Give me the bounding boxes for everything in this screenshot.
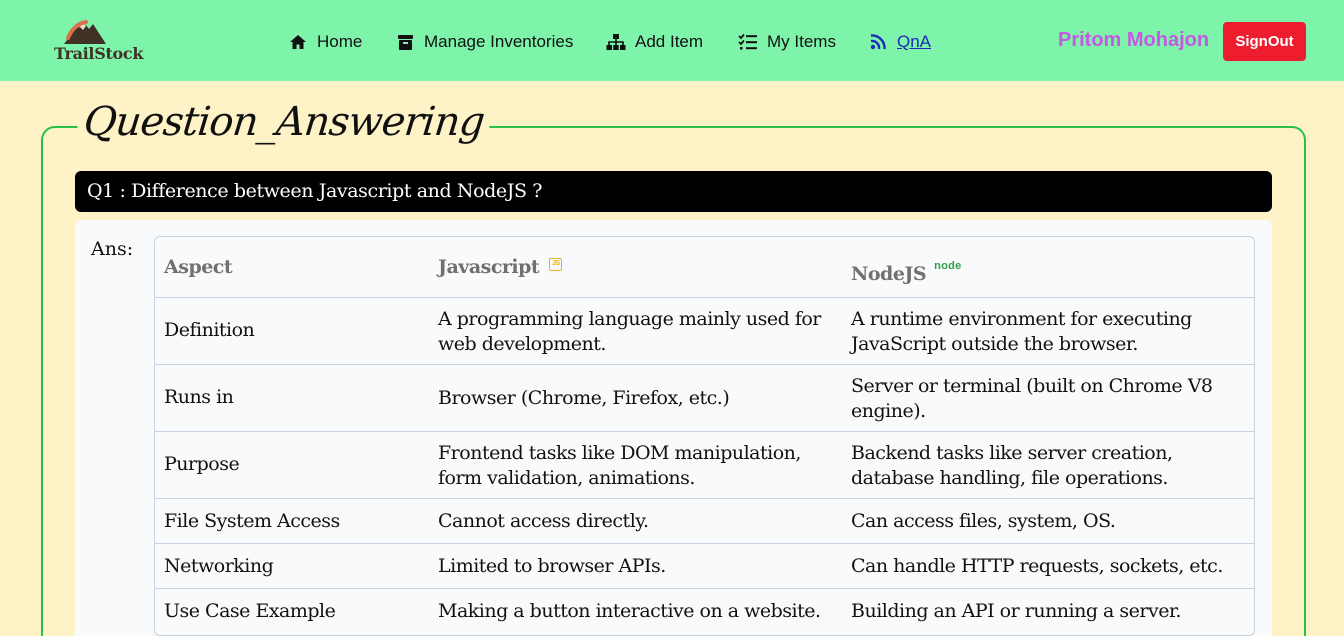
answer-label: Ans: <box>91 238 134 260</box>
row-nodejs: Server or terminal (built on Chrome V8 e… <box>851 375 1213 422</box>
comparison-table: Aspect Javascript JS NodeJS node Definitio… <box>154 236 1255 636</box>
table-row: Use Case Example Making a button interac… <box>155 589 1254 635</box>
header-aspect: Aspect <box>164 256 233 278</box>
nav-manage-inventories-label: Manage Inventories <box>424 32 574 51</box>
signout-button[interactable]: SignOut <box>1223 22 1306 61</box>
home-icon <box>288 32 308 52</box>
list-check-icon <box>738 32 758 52</box>
row-javascript: A programming language mainly used for w… <box>438 308 821 355</box>
row-javascript: Cannot access directly. <box>438 510 649 532</box>
mountain-logo-icon <box>64 20 106 44</box>
row-aspect: Purpose <box>164 453 240 475</box>
row-javascript: Making a button interactive on a website… <box>438 600 821 622</box>
row-javascript: Browser (Chrome, Firefox, etc.) <box>438 387 730 409</box>
page-title: Question_Answering <box>74 92 493 152</box>
brand-logo[interactable]: TrailStock <box>52 16 144 68</box>
table-row: Definition A programming language mainly… <box>155 298 1254 365</box>
nodejs-icon: node <box>934 260 962 272</box>
nav-home[interactable]: Home <box>288 30 362 54</box>
row-nodejs: A runtime environment for executing Java… <box>851 308 1192 355</box>
table-header-row: Aspect Javascript JS NodeJS node <box>155 237 1254 298</box>
row-aspect: Definition <box>164 319 255 341</box>
row-aspect: Networking <box>164 555 274 577</box>
header-nodejs: NodeJS node <box>851 260 1246 287</box>
table-row: Networking Limited to browser APIs. Can … <box>155 544 1254 589</box>
row-nodejs: Can access files, system, OS. <box>851 510 1116 532</box>
podcast-icon <box>868 32 888 52</box>
nav-add-item-label: Add Item <box>635 32 704 51</box>
user-name: Pritom Mohajon <box>1058 29 1210 51</box>
row-aspect: File System Access <box>164 510 340 532</box>
nav-my-items-label: My Items <box>767 32 836 51</box>
nav-qna[interactable]: QnA <box>868 30 931 54</box>
row-javascript: Frontend tasks like DOM manipulation, fo… <box>438 442 801 489</box>
header-javascript-label: Javascript <box>438 256 540 278</box>
navbar: TrailStock Home Manage Inventories Add I… <box>0 0 1344 81</box>
table-row: Runs in Browser (Chrome, Firefox, etc.) … <box>155 365 1254 432</box>
nav-my-items[interactable]: My Items <box>738 30 836 54</box>
table-row: Purpose Frontend tasks like DOM manipula… <box>155 432 1254 499</box>
nav-add-item[interactable]: Add Item <box>606 30 703 54</box>
row-nodejs: Can handle HTTP requests, sockets, etc. <box>851 555 1223 577</box>
nav-home-label: Home <box>317 32 363 51</box>
sitemap-icon <box>606 32 626 52</box>
brand-name: TrailStock <box>54 44 144 63</box>
header-nodejs-label: NodeJS <box>851 263 927 285</box>
javascript-icon: JS <box>549 258 563 271</box>
table-row: File System Access Cannot access directl… <box>155 499 1254 544</box>
row-aspect: Use Case Example <box>164 600 336 622</box>
archive-box-icon <box>395 32 415 52</box>
nav-manage-inventories[interactable]: Manage Inventories <box>395 30 573 54</box>
nav-qna-label: QnA <box>897 32 932 51</box>
row-aspect: Runs in <box>164 386 234 408</box>
header-javascript: Javascript JS <box>438 255 843 280</box>
row-nodejs: Building an API or running a server. <box>851 600 1182 622</box>
question-header[interactable]: Q1 : Difference between Javascript and N… <box>75 171 1272 212</box>
row-nodejs: Backend tasks like server creation, data… <box>851 442 1173 489</box>
row-javascript: Limited to browser APIs. <box>438 555 666 577</box>
